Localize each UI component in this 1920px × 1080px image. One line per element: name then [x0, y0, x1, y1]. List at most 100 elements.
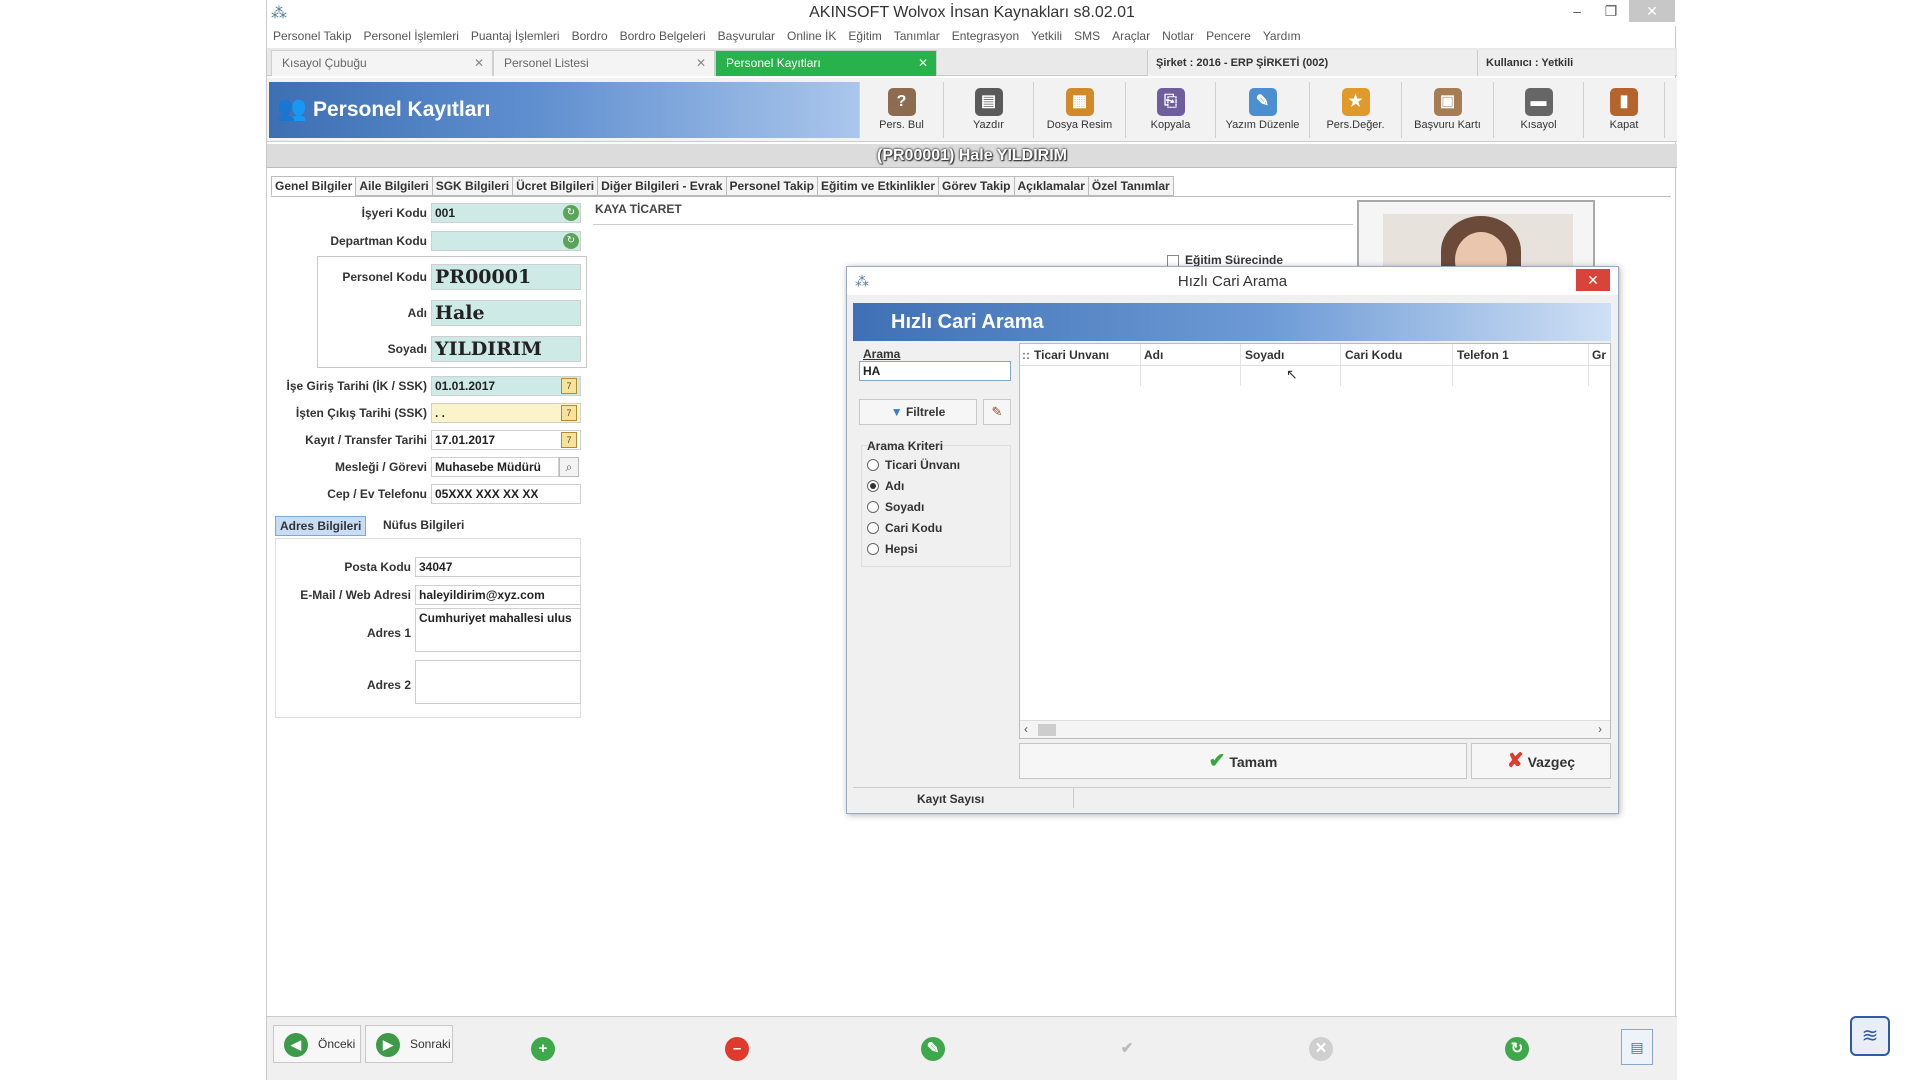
adi-field[interactable]: Hale	[431, 300, 581, 326]
menu-personel-takip[interactable]: Personel Takip	[267, 26, 358, 46]
tab-ozel-tanimlar[interactable]: Özel Tanımlar	[1087, 176, 1174, 196]
document-info-icon[interactable]: ▤	[1621, 1029, 1653, 1065]
adres1-field[interactable]: Cumhuriyet mahallesi ulus	[415, 608, 581, 652]
menu-entegrasyon[interactable]: Entegrasyon	[946, 26, 1025, 46]
add-icon[interactable]: +	[531, 1037, 555, 1061]
posta-kodu-field[interactable]: 34047	[415, 557, 581, 577]
column-soyadi[interactable]: Soyadı	[1245, 348, 1284, 362]
isten-cikis-field[interactable]: . .	[431, 403, 581, 423]
radio-adi[interactable]	[867, 480, 879, 492]
tab-personel-takip[interactable]: Personel Takip	[725, 176, 818, 196]
search-icon[interactable]: ⌕	[559, 457, 579, 477]
column-ticari-unvani[interactable]: Ticari Unvanı	[1034, 348, 1109, 362]
scroll-left-icon[interactable]: ‹	[1024, 722, 1028, 736]
horizontal-scrollbar[interactable]: ‹ ›	[1020, 720, 1610, 738]
basvuru-karti-button[interactable]: ▣ Başvuru Kartı	[1401, 82, 1493, 138]
tab-adres-bilgileri[interactable]: Adres Bilgileri	[275, 516, 367, 536]
tab-kisayol-cubugu[interactable]: Kısayol Çubuğu ✕	[271, 50, 493, 76]
kapat-button[interactable]: ▮ Kapat	[1583, 82, 1665, 138]
menu-bordro-belgeleri[interactable]: Bordro Belgeleri	[614, 26, 712, 46]
menu-egitim[interactable]: Eğitim	[842, 26, 887, 46]
tab-egitim-etkinlikler[interactable]: Eğitim ve Etkinlikler	[816, 176, 940, 196]
refresh-icon[interactable]: ↻	[1505, 1037, 1529, 1061]
tab-aile-bilgileri[interactable]: Aile Bilgileri	[355, 176, 433, 196]
tab-gorev-takip[interactable]: Görev Takip	[938, 176, 1015, 196]
tab-sgk-bilgileri[interactable]: SGK Bilgileri	[431, 176, 514, 196]
personnel-photo[interactable]	[1357, 200, 1595, 272]
kayit-transfer-field[interactable]: 17.01.2017	[431, 430, 581, 450]
cancel-button[interactable]: ✘ Vazgeç	[1471, 743, 1611, 779]
cancel-icon[interactable]: ✕	[1309, 1037, 1333, 1061]
yazim-duzenle-button[interactable]: ✎ Yazım Düzenle	[1215, 82, 1309, 138]
column-adi[interactable]: Adı	[1144, 348, 1163, 362]
scroll-right-icon[interactable]: ›	[1598, 722, 1602, 736]
telefon-field[interactable]: 05XXX XXX XX XX	[431, 484, 581, 504]
departman-kodu-field[interactable]	[431, 231, 581, 251]
dosya-resim-button[interactable]: ▦ Dosya Resim	[1033, 82, 1125, 138]
delete-icon[interactable]: –	[725, 1037, 749, 1061]
save-icon[interactable]: ✔	[1115, 1037, 1139, 1061]
menu-basvurular[interactable]: Başvurular	[712, 26, 781, 46]
email-field[interactable]: haleyildirim@xyz.com	[415, 585, 581, 605]
tab-genel-bilgiler[interactable]: Genel Bilgiler	[271, 176, 357, 196]
pers-deger-button[interactable]: ★ Pers.Değer.	[1309, 82, 1401, 138]
clear-filter-icon[interactable]: ✎	[983, 399, 1011, 425]
tab-ucret-bilgileri[interactable]: Ücret Bilgileri	[512, 176, 599, 196]
close-window-button[interactable]: ✕	[1629, 0, 1675, 22]
yazdir-button[interactable]: ▤ Yazdır	[943, 82, 1033, 138]
close-tab-icon[interactable]: ✕	[474, 51, 484, 75]
ok-button[interactable]: ✔ Tamam	[1019, 743, 1467, 779]
column-telefon-1[interactable]: Telefon 1	[1457, 348, 1509, 362]
menu-online-ik[interactable]: Online İK	[781, 26, 842, 46]
menu-yetkili[interactable]: Yetkili	[1025, 26, 1068, 46]
tab-aciklamalar[interactable]: Açıklamalar	[1013, 176, 1089, 196]
previous-button[interactable]: ◀ Önceki	[273, 1025, 361, 1063]
scroll-thumb[interactable]	[1038, 724, 1056, 736]
tab-nufus-bilgileri[interactable]: Nüfus Bilgileri	[379, 516, 468, 534]
search-input[interactable]: HA	[859, 361, 1011, 381]
calendar-icon[interactable]: 7	[561, 378, 577, 394]
next-button[interactable]: ▶ Sonraki	[365, 1025, 453, 1063]
menu-notlar[interactable]: Notlar	[1156, 26, 1200, 46]
results-grid[interactable]: :: Ticari Unvanı Adı Soyadı Cari Kodu Te…	[1019, 343, 1611, 739]
pers-bul-button[interactable]: ? Pers. Bul	[859, 82, 943, 138]
divider	[593, 224, 1353, 225]
restore-button[interactable]: ❐	[1591, 0, 1631, 22]
menu-personel-islemleri[interactable]: Personel İşlemleri	[358, 26, 465, 46]
filter-button[interactable]: ▼ Filtrele	[859, 399, 977, 425]
isyeri-lookup-icon[interactable]: ↻	[563, 205, 579, 221]
calendar-icon[interactable]: 7	[561, 405, 577, 421]
isyeri-kodu-field[interactable]: 001	[431, 203, 581, 223]
column-grup[interactable]: Gr	[1592, 348, 1606, 362]
menu-bordro[interactable]: Bordro	[566, 26, 614, 46]
column-cari-kodu[interactable]: Cari Kodu	[1345, 348, 1402, 362]
close-tab-icon[interactable]: ✕	[696, 51, 706, 75]
menu-pencere[interactable]: Pencere	[1200, 26, 1257, 46]
menu-tanimlar[interactable]: Tanımlar	[888, 26, 946, 46]
column-chooser-icon[interactable]: ::	[1022, 348, 1030, 362]
close-tab-icon[interactable]: ✕	[918, 51, 928, 75]
radio-ticari-unvani[interactable]	[867, 459, 879, 471]
menu-araclar[interactable]: Araçlar	[1106, 26, 1156, 46]
ise-giris-field[interactable]: 01.01.2017	[431, 376, 581, 396]
menu-sms[interactable]: SMS	[1068, 26, 1106, 46]
tab-personel-kayitlari[interactable]: Personel Kayıtları ✕	[715, 50, 937, 76]
personel-kodu-field[interactable]: PR00001	[431, 264, 581, 290]
radio-soyadi[interactable]	[867, 501, 879, 513]
departman-lookup-icon[interactable]: ↻	[563, 233, 579, 249]
tab-diger-bilgileri[interactable]: Diğer Bilgileri - Evrak	[597, 176, 727, 196]
menu-puantaj-islemleri[interactable]: Puantaj İşlemleri	[465, 26, 566, 46]
menu-yardim[interactable]: Yardım	[1257, 26, 1307, 46]
tab-personel-listesi[interactable]: Personel Listesi ✕	[493, 50, 715, 76]
soyadi-field[interactable]: YILDIRIM	[431, 336, 581, 362]
edit-icon[interactable]: ✎	[921, 1037, 945, 1061]
radio-hepsi[interactable]	[867, 543, 879, 555]
calendar-icon[interactable]: 7	[561, 432, 577, 448]
radio-cari-kodu[interactable]	[867, 522, 879, 534]
kisayol-button[interactable]: ▬ Kısayol	[1493, 82, 1583, 138]
adres2-field[interactable]	[415, 660, 581, 704]
meslegi-field[interactable]: Muhasebe Müdürü	[431, 457, 559, 477]
kopyala-button[interactable]: ⎘ Kopyala	[1125, 82, 1215, 138]
bottom-nav-bar: ◀ Önceki ▶ Sonraki + – ✎ ✔ ✕ ↻ ▤	[267, 1016, 1677, 1080]
dialog-close-button[interactable]: ✕	[1576, 269, 1610, 291]
